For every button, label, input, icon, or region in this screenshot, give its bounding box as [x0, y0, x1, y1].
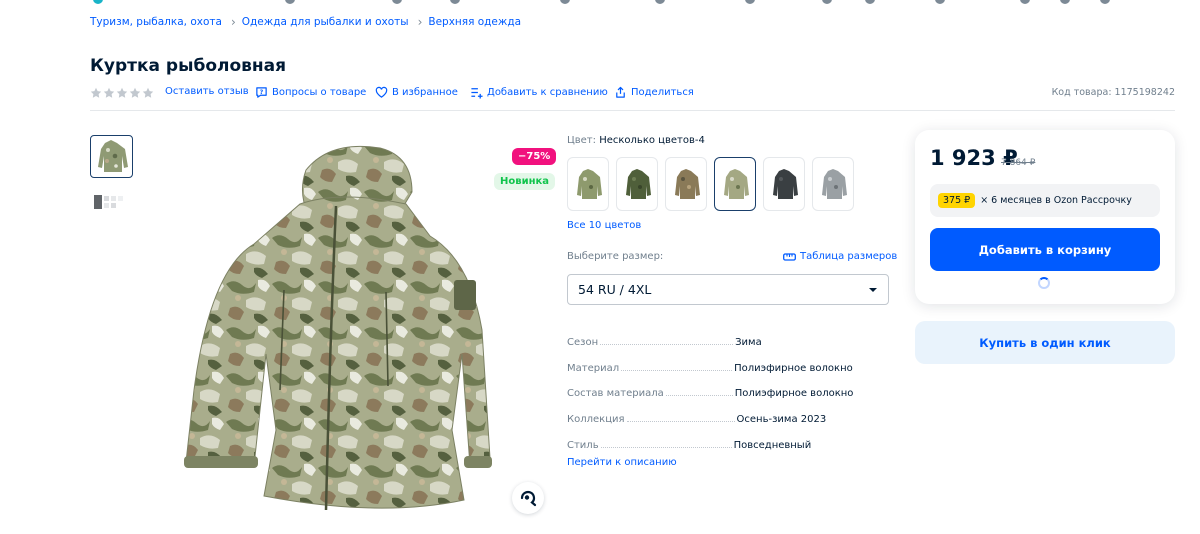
compare-icon: [471, 88, 483, 99]
color-label-title: Цвет:: [567, 135, 597, 146]
spec-leader: [621, 369, 733, 371]
heart-icon: [375, 86, 388, 98]
color-swatch[interactable]: [763, 157, 805, 211]
spec-key: Коллекция: [567, 414, 625, 426]
gallery-thumbnail[interactable]: [92, 193, 130, 211]
top-toolbar-cut: [0, 0, 1200, 6]
questions-link[interactable]: ? Вопросы о товаре: [255, 86, 366, 99]
installment-offer[interactable]: 375 ₽ × 6 месяцев в Ozon Рассрочку: [930, 184, 1160, 217]
chevron-right-icon: ›: [417, 15, 423, 29]
new-badge: Новинка: [494, 173, 556, 190]
star-icon: [116, 87, 128, 98]
size-table-link[interactable]: Таблица размеров: [783, 251, 897, 262]
spec-value: Полиэфирное волокно: [734, 362, 853, 374]
spec-key: Стиль: [567, 439, 599, 451]
page-title: Куртка рыболовная: [90, 56, 287, 76]
spec-key: Материал: [567, 362, 620, 374]
question-bubble-icon: ?: [256, 87, 267, 98]
spec-leader: [626, 421, 735, 423]
size-label: Выберите размер:: [567, 251, 664, 262]
leave-review-label: Оставить отзыв: [165, 86, 249, 97]
add-to-favorites-link[interactable]: В избранное: [375, 86, 458, 99]
spec-row: Сезон Зима: [567, 322, 887, 348]
spec-value: Полиэфирное волокно: [734, 388, 854, 400]
swatch-jacket-image: [773, 169, 798, 199]
favorites-label: В избранное: [392, 87, 458, 98]
spec-value: Повседневный: [733, 439, 812, 451]
image-search-icon: [520, 490, 537, 507]
spec-key: Состав материала: [567, 388, 664, 400]
spec-leader: [665, 395, 733, 397]
swatch-jacket-image: [626, 169, 651, 199]
rating-stars: [90, 87, 154, 99]
loading-spinner-icon: [1038, 277, 1050, 289]
chevron-right-icon: ›: [230, 15, 236, 29]
add-to-compare-link[interactable]: Добавить к сравнению: [470, 86, 608, 99]
installment-text: × 6 месяцев в Ozon Рассрочку: [980, 195, 1132, 206]
product-sku: Код товара: 1175198242: [1051, 87, 1175, 98]
product-main-image[interactable]: [180, 140, 500, 520]
leave-review-link[interactable]: Оставить отзыв: [165, 86, 249, 97]
add-to-cart-button[interactable]: Добавить в корзину: [930, 228, 1160, 271]
spec-leader: [600, 446, 732, 448]
size-table-label: Таблица размеров: [800, 251, 898, 262]
swatch-jacket-image: [675, 169, 700, 199]
spec-row: Состав материала Полиэфирное волокно: [567, 374, 887, 400]
spec-value: Осень-зима 2023: [736, 414, 827, 426]
swatch-jacket-image: [822, 169, 847, 199]
breadcrumb: Туризм, рыбалка, охота › Одежда для рыба…: [90, 16, 521, 28]
color-swatches: [567, 157, 854, 211]
spec-key: Сезон: [567, 336, 599, 348]
installment-badge: 375 ₽: [938, 193, 976, 208]
compare-label: Добавить к сравнению: [487, 87, 608, 98]
product-actions-row: Оставить отзыв ? Вопросы о товаре В избр…: [90, 86, 1175, 102]
share-link[interactable]: Поделиться: [614, 86, 694, 99]
color-swatch[interactable]: [812, 157, 854, 211]
all-colors-link[interactable]: Все 10 цветов: [567, 220, 641, 231]
swatch-jacket-image: [724, 169, 749, 199]
discount-badge: −75%: [512, 148, 557, 165]
questions-label: Вопросы о товаре: [272, 87, 367, 98]
breadcrumb-item[interactable]: Верхняя одежда: [428, 16, 521, 28]
header-divider: [90, 110, 1175, 111]
color-swatch[interactable]: [616, 157, 658, 211]
breadcrumb-item[interactable]: Одежда для рыбалки и охоты: [242, 16, 409, 28]
spec-leader: [600, 343, 734, 345]
gallery-thumbnail-image: [94, 195, 123, 209]
spec-row: Коллекция Осень-зима 2023: [567, 399, 887, 425]
color-swatch-selected[interactable]: [714, 157, 756, 211]
color-swatch[interactable]: [567, 157, 609, 211]
svg-text:?: ?: [260, 89, 264, 96]
go-to-description-link[interactable]: Перейти к описанию: [567, 457, 677, 468]
spec-row: Материал Полиэфирное волокно: [567, 348, 887, 374]
image-search-button[interactable]: [512, 482, 544, 514]
share-label: Поделиться: [631, 87, 694, 98]
swatch-jacket-image: [577, 169, 602, 199]
star-icon: [142, 87, 154, 98]
color-swatch[interactable]: [665, 157, 707, 211]
share-icon: [616, 86, 625, 98]
caret-down-icon: [869, 287, 877, 292]
star-icon: [90, 87, 102, 98]
old-price: 7 864 ₽: [1001, 158, 1036, 168]
ruler-icon: [783, 252, 796, 261]
size-select[interactable]: 54 RU / 4XL: [567, 274, 889, 305]
color-label: Цвет: Несколько цветов-4: [567, 135, 705, 146]
color-value: Несколько цветов-4: [599, 135, 705, 146]
star-icon: [129, 87, 141, 98]
breadcrumb-item[interactable]: Туризм, рыбалка, охота: [90, 16, 222, 28]
star-icon: [103, 87, 115, 98]
size-select-value: 54 RU / 4XL: [578, 282, 652, 297]
spec-row: Стиль Повседневный: [567, 425, 887, 451]
jacket-image: [184, 145, 492, 511]
buy-one-click-button[interactable]: Купить в один клик: [915, 321, 1175, 364]
jacket-thumbnail-image: [98, 140, 128, 172]
gallery-thumbnail-selected[interactable]: [90, 135, 133, 178]
product-specs: Сезон Зима Материал Полиэфирное волокно …: [567, 322, 887, 451]
spec-value: Зима: [735, 336, 762, 348]
